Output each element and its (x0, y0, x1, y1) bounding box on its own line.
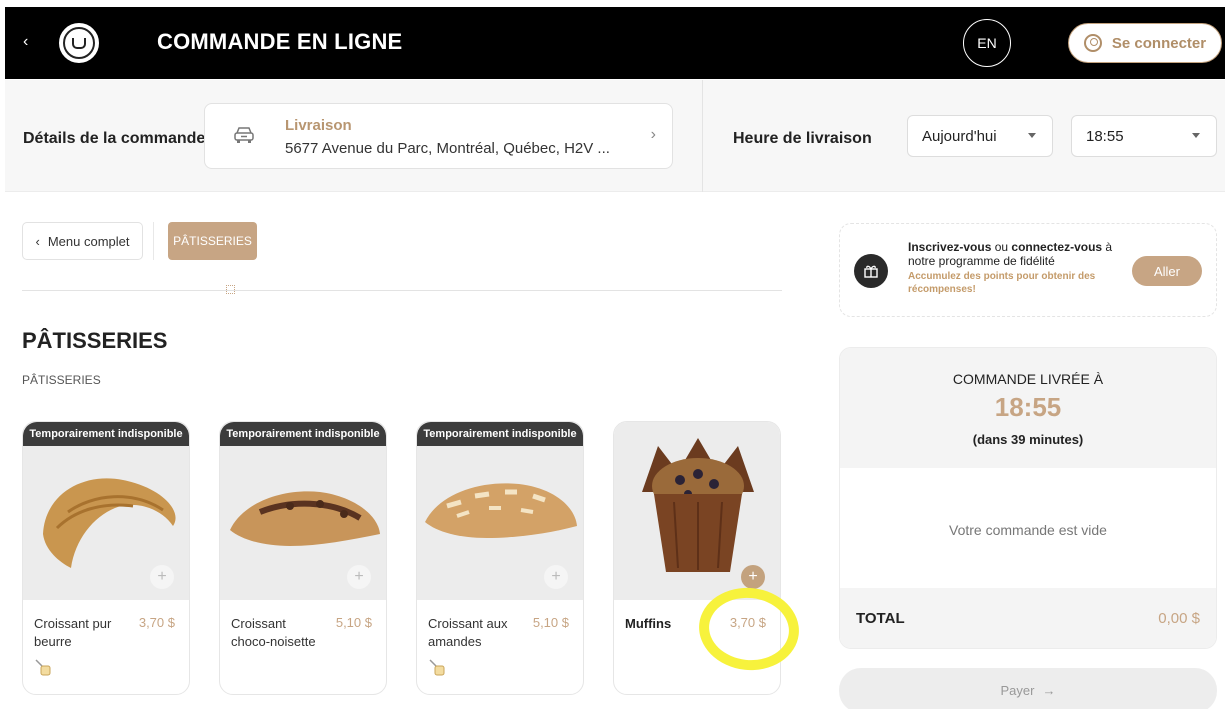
pay-button[interactable]: Payer → (839, 668, 1217, 709)
unavailable-badge: Temporairement indisponible (417, 422, 583, 446)
total-label: TOTAL (856, 610, 905, 627)
product-price: 3,70 $ (138, 615, 175, 630)
add-to-cart-button[interactable]: + (544, 565, 568, 589)
order-summary: COMMANDE LIVRÉE À 18:55 (dans 39 minutes… (839, 347, 1217, 649)
divider (702, 80, 703, 192)
loyalty-banner: Inscrivez-vous ou connectez-vous à notre… (839, 223, 1217, 317)
summary-header: COMMANDE LIVRÉE À 18:55 (dans 39 minutes… (840, 348, 1216, 468)
delivered-at-label: COMMANDE LIVRÉE À (952, 371, 1104, 387)
product-name: Croissant choco-noisette (231, 616, 316, 649)
loyalty-go-button[interactable]: Aller (1132, 256, 1202, 286)
time-select[interactable]: 18:55 (1071, 115, 1217, 157)
product-card[interactable]: Temporairement indisponible + Croissant … (416, 421, 584, 695)
unavailable-badge: Temporairement indisponible (23, 422, 189, 446)
divider (153, 222, 154, 260)
allergen-icon (35, 659, 51, 676)
category-chip-patisseries[interactable]: PÂTISSERIES (168, 222, 257, 260)
arrow-right-icon: → (1042, 683, 1056, 698)
empty-cart-message: Votre commande est vide (949, 522, 1107, 538)
caret-down-icon (1028, 133, 1036, 138)
delivery-type: Livraison (285, 117, 352, 134)
add-to-cart-button[interactable]: + (741, 565, 765, 589)
delivery-time: 18:55 (994, 392, 1062, 422)
back-button[interactable]: ‹ (23, 33, 28, 51)
login-button[interactable]: Se connecter (1068, 23, 1222, 63)
language-button[interactable]: EN (963, 19, 1011, 67)
top-bar: ‹ COMMANDE EN LIGNE EN Se connecter (5, 7, 1225, 79)
add-to-cart-button[interactable]: + (150, 565, 174, 589)
time-select-value: 18:55 (1086, 127, 1124, 145)
chevron-right-icon: › (650, 126, 656, 143)
full-menu-button[interactable]: ‹ Menu complet (22, 222, 143, 260)
product-price: 5,10 $ (532, 615, 569, 630)
page-title: COMMANDE EN LIGNE (157, 29, 403, 54)
chevron-left-icon: ‹ (35, 233, 40, 249)
full-menu-label: Menu complet (47, 233, 130, 249)
cafe-depot-logo[interactable] (56, 20, 102, 66)
category-underline (22, 290, 782, 291)
product-name: Croissant pur beurre (34, 616, 112, 649)
unavailable-badge: Temporairement indisponible (220, 422, 386, 446)
add-to-cart-button[interactable]: + (347, 565, 371, 589)
pay-label: Payer (1000, 683, 1035, 698)
day-select-value: Aujourd'hui (922, 127, 997, 145)
section-title: PÂTISSERIES (22, 328, 168, 353)
delivery-selector[interactable]: Livraison 5677 Avenue du Parc, Montréal,… (204, 103, 673, 169)
product-price: 5,10 $ (335, 615, 372, 630)
delivery-time-label: Heure de livraison (733, 130, 872, 147)
delivery-address: 5677 Avenue du Parc, Montréal, Québec, H… (285, 140, 610, 157)
total-value: 0,00 $ (1158, 610, 1200, 627)
total-row: TOTAL 0,00 $ (840, 588, 1216, 648)
day-select[interactable]: Aujourd'hui (907, 115, 1053, 157)
gift-icon (854, 254, 888, 288)
product-card[interactable]: Temporairement indisponible + Croissant … (219, 421, 387, 695)
loyalty-subtext: Accumulez des points pour obtenir des ré… (908, 271, 1096, 295)
logo-cup-icon (63, 27, 95, 59)
loyalty-text: Inscrivez-vous ou connectez-vous à notre… (908, 240, 1128, 296)
delivery-eta: (dans 39 minutes) (972, 432, 1084, 447)
allergen-icon (429, 659, 445, 676)
car-icon (234, 127, 254, 143)
caret-down-icon (1192, 133, 1200, 138)
order-details-label: Détails de la commande (23, 130, 206, 147)
login-label: Se connecter (1111, 34, 1207, 52)
product-card[interactable]: Temporairement indisponible + Croissant … (22, 421, 190, 695)
user-icon (1083, 34, 1102, 52)
product-name: Croissant aux amandes (428, 616, 508, 649)
section-subtitle: PÂTISSERIES (22, 373, 101, 387)
order-details-bar: Détails de la commande Livraison 5677 Av… (5, 80, 1225, 192)
active-tab-marker (226, 285, 235, 294)
